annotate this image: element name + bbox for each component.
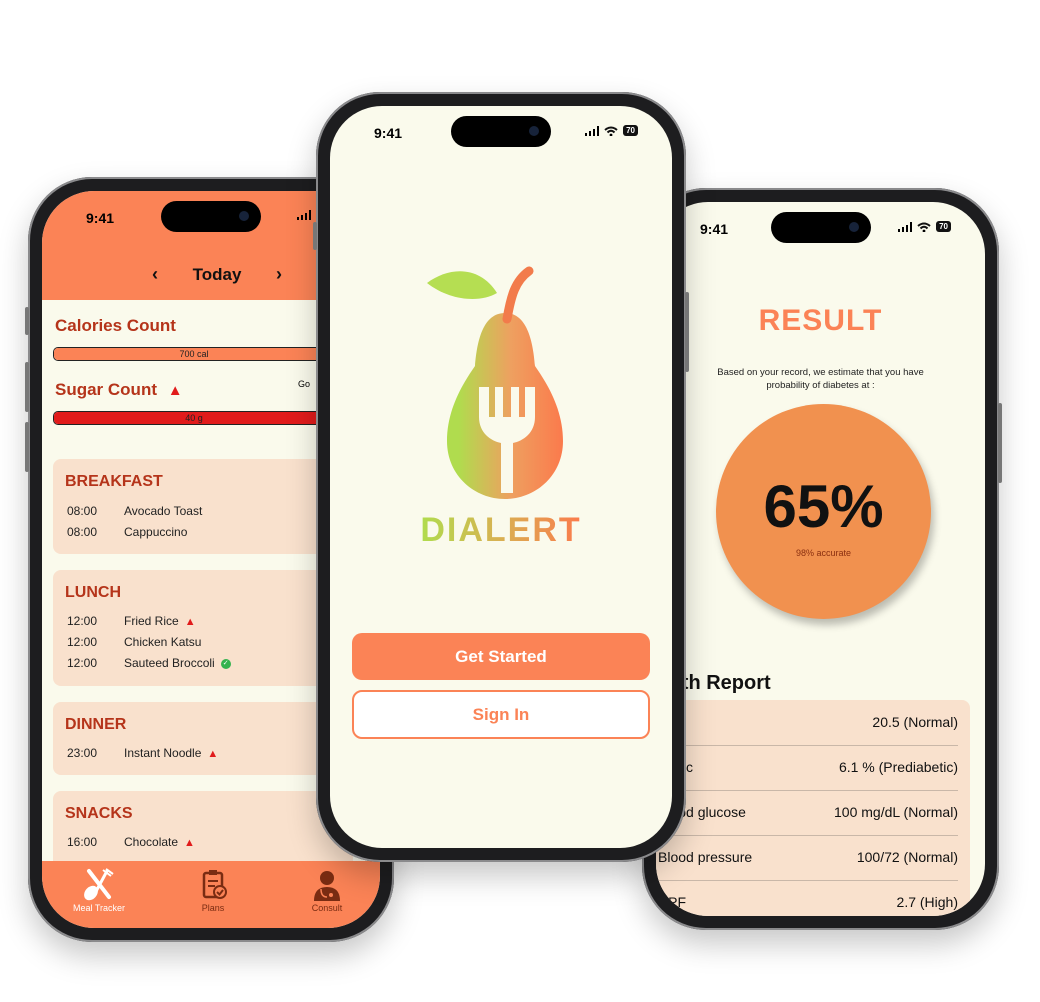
meal-item[interactable]: 23:00 Instant Noodle ▲ <box>67 746 218 760</box>
tab-label: Consult <box>311 903 343 913</box>
dynamic-island <box>770 212 871 243</box>
status-time: 9:41 <box>86 210 115 226</box>
warning-icon: ▲ <box>207 748 219 760</box>
meal-time: 08:00 <box>67 504 98 518</box>
clipboard-icon <box>168 867 258 903</box>
health-report-card: MI20.5 (Normal) lbA1c6.1 % (Prediabetic)… <box>656 700 970 916</box>
report-row: lbA1c6.1 % (Prediabetic) <box>656 745 958 791</box>
meal-card-breakfast[interactable]: BREAKFAST 08:00 Avocado Toast 08:00 Cappuc… <box>53 459 353 554</box>
report-key: DPF <box>658 894 686 910</box>
status-icons: 70 <box>898 221 951 232</box>
result-title: RESULT <box>758 304 883 337</box>
report-value: 2.7 (High) <box>896 894 958 910</box>
brand-name: DIALERT <box>330 511 672 550</box>
meal-time: 23:00 <box>67 746 98 760</box>
signal-icon <box>297 210 311 220</box>
warning-icon: ▲ <box>184 616 196 628</box>
meal-food: Cappuccino <box>124 525 188 539</box>
meal-food: Chocolate <box>124 835 179 849</box>
sugar-count-label: Sugar Count <box>55 380 157 399</box>
tab-label: Meal Tracker <box>72 903 125 913</box>
meal-food: Sauteed Broccoli <box>124 656 215 670</box>
tab-meal-tracker[interactable]: Meal Tracker <box>54 867 144 913</box>
result-phone: 9:41 70 RESULT Based on your record, we … <box>642 188 1002 930</box>
report-value: 100 mg/dL (Normal) <box>834 804 958 820</box>
meal-title: SNACKS <box>65 805 133 822</box>
warning-icon: ▲ <box>167 382 183 399</box>
battery-icon: 70 <box>936 221 951 232</box>
report-key: Blood pressure <box>658 849 753 865</box>
meal-time: 08:00 <box>67 525 98 539</box>
sugar-value: 40 g <box>185 413 203 423</box>
prev-day-button[interactable]: ‹ <box>152 264 158 285</box>
meal-time: 16:00 <box>67 835 98 849</box>
meal-food: Avocado Toast <box>124 504 203 518</box>
sign-in-button[interactable]: Sign In <box>352 690 650 739</box>
status-time: 9:41 <box>374 125 403 141</box>
tab-plans[interactable]: Plans <box>168 867 258 913</box>
welcome-screen: 9:41 70 DIALERT Get Started Sign In <box>330 106 672 848</box>
tab-consult[interactable]: Consult <box>282 867 372 913</box>
meal-card-dinner[interactable]: DINNER 23:00 Instant Noodle ▲ <box>53 702 353 775</box>
get-started-button[interactable]: Get Started <box>352 633 650 680</box>
meal-item[interactable]: 16:00 Chocolate ▲ <box>67 835 195 849</box>
report-value: 6.1 % (Prediabetic) <box>838 759 958 775</box>
result-screen: 9:41 70 RESULT Based on your record, we … <box>656 202 985 916</box>
doctor-icon <box>282 867 372 903</box>
meal-item[interactable]: 08:00 Avocado Toast <box>67 504 202 518</box>
probability-circle: 65% 98% accurate <box>716 404 931 619</box>
wifi-icon <box>917 222 931 232</box>
meal-item[interactable]: 08:00 Cappuccino <box>67 525 187 539</box>
signal-icon <box>585 125 600 136</box>
bottom-tab-bar: Meal Tracker Plans Consult <box>42 861 380 928</box>
thumbs-up-icon: ✓ <box>220 658 231 669</box>
report-row: MI20.5 (Normal) <box>656 700 958 746</box>
sugar-count-title: Sugar Count ▲ <box>55 380 183 400</box>
dynamic-island <box>161 201 261 232</box>
report-value: 100/72 (Normal) <box>856 849 958 865</box>
calories-value: 700 cal <box>179 349 209 359</box>
report-row: Blood pressure 100/72 (Normal) <box>656 835 958 881</box>
meal-food: Chicken Katsu <box>124 635 202 649</box>
meal-card-lunch[interactable]: LUNCH 12:00 Fried Rice ▲ 12:00 Chicken Kats… <box>53 570 353 686</box>
day-navigator: ‹ Today › <box>152 264 282 285</box>
meal-item[interactable]: 12:00 Fried Rice ▲ <box>67 614 196 628</box>
meal-title: BREAKFAST <box>65 473 163 490</box>
meal-title: LUNCH <box>65 584 121 601</box>
status-icons: 70 <box>585 125 638 136</box>
brand-text: DIALERT <box>420 511 582 549</box>
fork-spoon-icon <box>54 867 144 903</box>
status-time: 9:41 <box>700 221 729 237</box>
accuracy-label: 98% accurate <box>795 548 852 558</box>
report-row: Blood glucose 100 mg/dL (Normal) <box>656 790 958 836</box>
meal-item[interactable]: 12:00 Sauteed Broccoli ✓ <box>67 656 231 670</box>
pear-fork-logo-icon <box>425 251 585 505</box>
wifi-icon <box>604 126 618 136</box>
result-description: Based on your record, we estimate that y… <box>717 367 924 391</box>
meal-title: DINNER <box>65 716 127 733</box>
meal-food: Fried Rice <box>124 614 179 628</box>
probability-percent: 65% <box>763 473 884 540</box>
dynamic-island <box>451 116 551 147</box>
welcome-phone: 9:41 70 DIALERT Get Started Sign In <box>313 92 689 862</box>
calories-count-title: Calories Count <box>55 316 176 335</box>
meal-item[interactable]: 12:00 Chicken Katsu <box>67 635 201 649</box>
warning-icon: ▲ <box>184 837 195 849</box>
day-title: Today <box>192 264 242 284</box>
calories-goal-label: Go <box>298 379 311 389</box>
meal-time: 12:00 <box>67 656 98 670</box>
meal-time: 12:00 <box>67 614 98 628</box>
battery-icon: 70 <box>623 125 638 136</box>
meal-food: Instant Noodle <box>124 746 202 760</box>
meal-time: 12:00 <box>67 635 98 649</box>
report-value: 20.5 (Normal) <box>872 714 958 730</box>
signal-icon <box>898 221 913 232</box>
tab-label: Plans <box>201 903 225 913</box>
report-row: DPF 2.7 (High) <box>656 880 958 916</box>
next-day-button[interactable]: › <box>276 264 282 285</box>
